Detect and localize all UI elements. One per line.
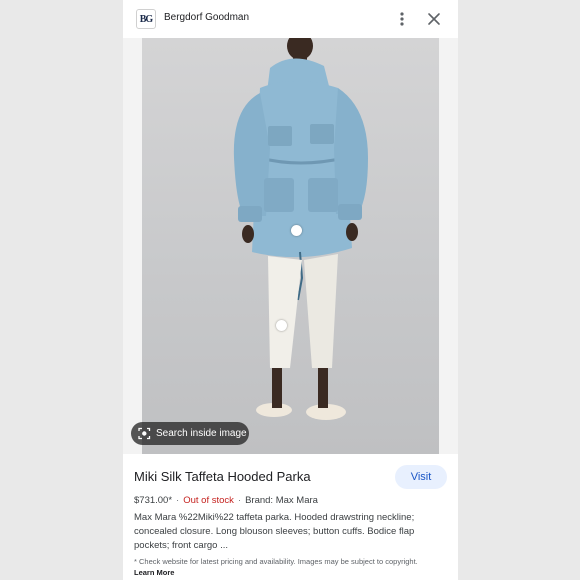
site-logo-text: BG [139, 13, 153, 25]
parka-illustration [233, 38, 368, 420]
left-background [0, 0, 123, 580]
learn-more-link[interactable]: Learn More [134, 568, 174, 577]
product-image[interactable] [142, 38, 439, 454]
card-header: BG Bergdorf Goodman [123, 0, 458, 38]
disclaimer-text: * Check website for latest pricing and a… [134, 557, 418, 566]
hotspot-dot[interactable] [276, 320, 287, 331]
close-icon[interactable] [426, 11, 442, 27]
product-image-area: Search inside image [123, 38, 458, 454]
meta-separator: · [176, 495, 180, 506]
visit-button[interactable]: Visit [395, 465, 447, 489]
hotspot-dot[interactable] [291, 225, 302, 236]
disclaimer: * Check website for latest pricing and a… [134, 556, 434, 578]
lens-icon [138, 427, 151, 440]
meta-separator: · [237, 495, 242, 506]
product-brand: Brand: Max Mara [245, 495, 318, 506]
site-logo: BG [136, 9, 156, 29]
search-inside-image-label: Search inside image [156, 428, 247, 439]
product-price: $731.00* [134, 495, 173, 506]
right-background [458, 0, 580, 580]
stock-status: Out of stock [183, 495, 234, 506]
product-description: Max Mara %22Miki%22 taffeta parka. Hoode… [134, 512, 415, 551]
product-card: BG Bergdorf Goodman Search inside image … [123, 0, 458, 580]
site-name[interactable]: Bergdorf Goodman [164, 12, 249, 23]
product-title[interactable]: Miki Silk Taffeta Hooded Parka [134, 469, 311, 484]
more-vert-icon[interactable] [395, 11, 409, 27]
search-inside-image-button[interactable]: Search inside image [131, 422, 249, 445]
product-meta: $731.00* · Out of stock · Brand: Max Mara [134, 495, 318, 506]
